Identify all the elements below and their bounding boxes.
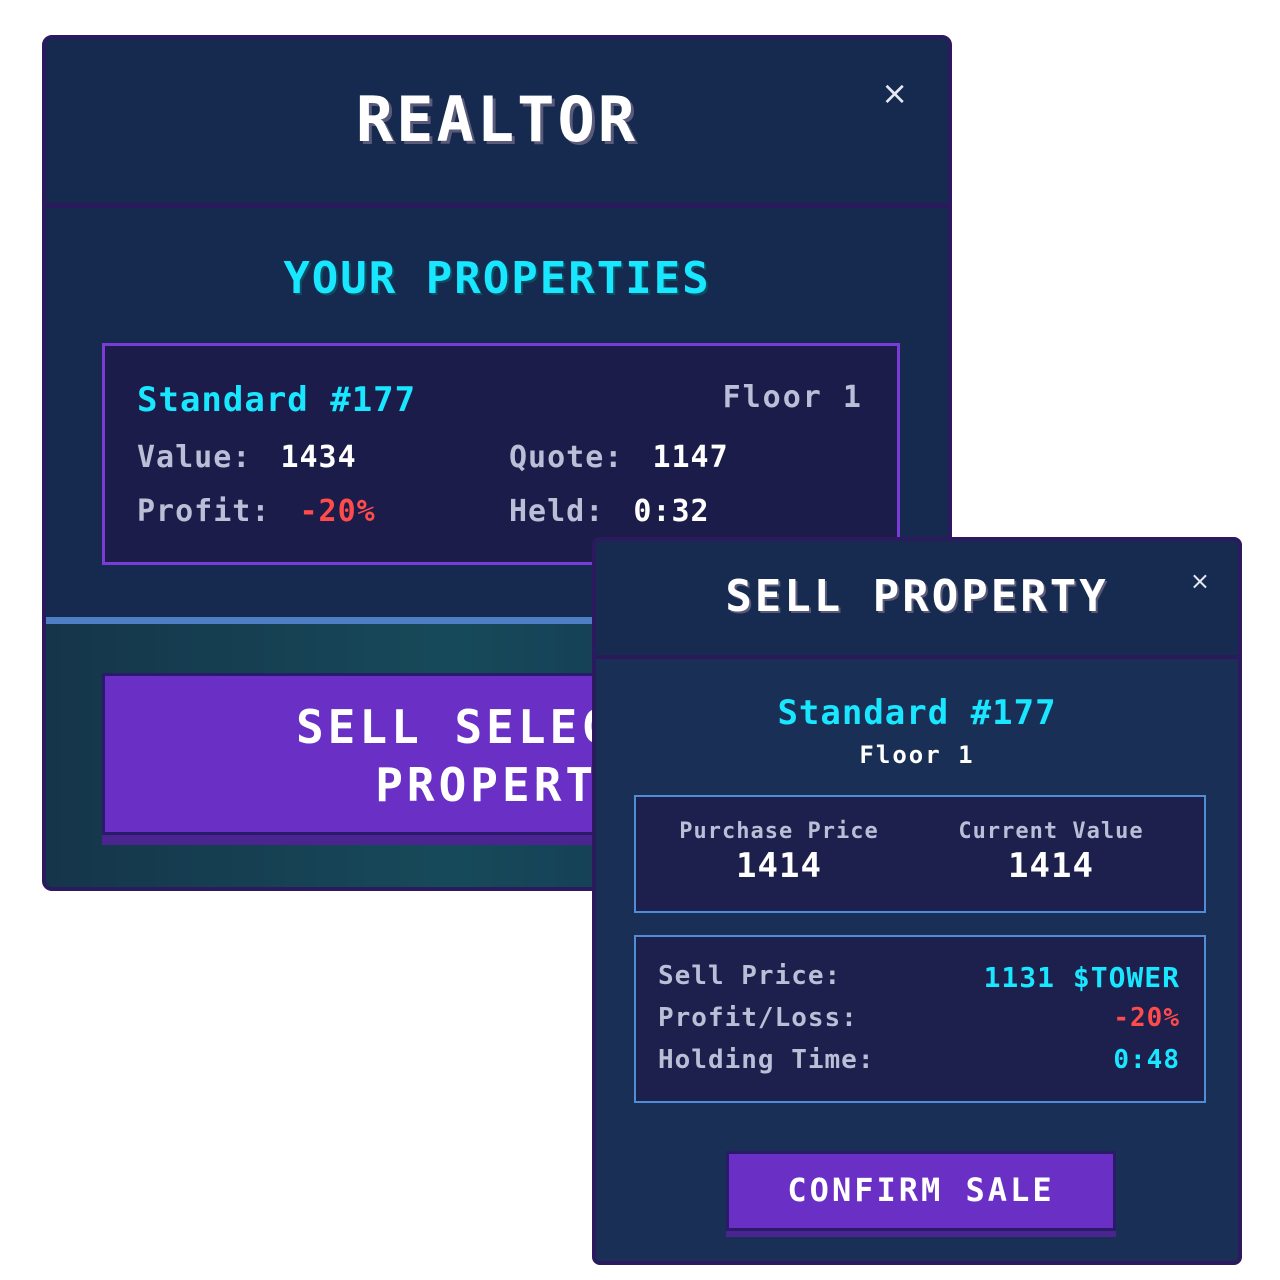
held-row: Held: 0:32 (509, 494, 710, 529)
holding-time-label: Holding Time: (658, 1045, 875, 1075)
sell-modal-title: SELL PROPERTY (725, 571, 1109, 622)
current-value-column: Current Value 1414 (908, 819, 1194, 886)
purchase-price-label: Purchase Price (679, 819, 879, 844)
sell-price-label: Sell Price: (658, 961, 842, 991)
holding-time-row: Holding Time: 0:48 (658, 1045, 1180, 1075)
purchase-price-value: 1414 (736, 846, 822, 886)
sell-price-value: 1131 $TOWER (983, 961, 1180, 994)
property-card[interactable]: Standard #177 Floor 1 Value: 1434 Quote:… (102, 343, 900, 565)
purchase-price-column: Purchase Price 1414 (636, 819, 922, 886)
sell-modal-header: SELL PROPERTY × (596, 541, 1238, 659)
profit-loss-value: -20% (1113, 1003, 1180, 1033)
your-properties-heading: YOUR PROPERTIES (283, 253, 711, 304)
current-value-value: 1414 (1008, 846, 1094, 886)
sell-property-modal: SELL PROPERTY × Standard #177 Floor 1 Pu… (592, 537, 1242, 1265)
profit-row: Profit: -20% (137, 494, 376, 529)
quote-row: Quote: 1147 (509, 440, 729, 475)
close-icon[interactable]: × (881, 77, 908, 109)
profit-loss-label: Profit/Loss: (658, 1003, 858, 1033)
value-amount: 1434 (280, 440, 357, 475)
sell-property-floor: Floor 1 (859, 741, 975, 769)
property-name: Standard #177 (137, 380, 417, 420)
confirm-sale-button[interactable]: CONFIRM SALE (726, 1151, 1116, 1231)
quote-label: Quote: (509, 440, 624, 475)
value-row: Value: 1434 (137, 440, 357, 475)
sale-details: Sell Price: 1131 $TOWER Profit/Loss: -20… (634, 935, 1206, 1103)
profit-loss-row: Profit/Loss: -20% (658, 1003, 1180, 1033)
profit-label: Profit: (137, 494, 271, 529)
holding-time-value: 0:48 (1113, 1045, 1180, 1075)
quote-amount: 1147 (652, 440, 729, 475)
price-summary: Purchase Price 1414 Current Value 1414 (634, 795, 1206, 913)
sell-property-name: Standard #177 (777, 693, 1057, 733)
current-value-label: Current Value (958, 819, 1144, 844)
realtor-title: REALTOR (355, 83, 639, 156)
held-label: Held: (509, 494, 605, 529)
sell-price-row: Sell Price: 1131 $TOWER (658, 961, 1180, 994)
realtor-header: REALTOR × (46, 39, 948, 208)
value-label: Value: (137, 440, 252, 475)
property-floor: Floor 1 (722, 380, 863, 415)
held-time: 0:32 (633, 494, 710, 529)
profit-amount: -20% (299, 494, 376, 529)
close-icon[interactable]: × (1190, 569, 1210, 593)
